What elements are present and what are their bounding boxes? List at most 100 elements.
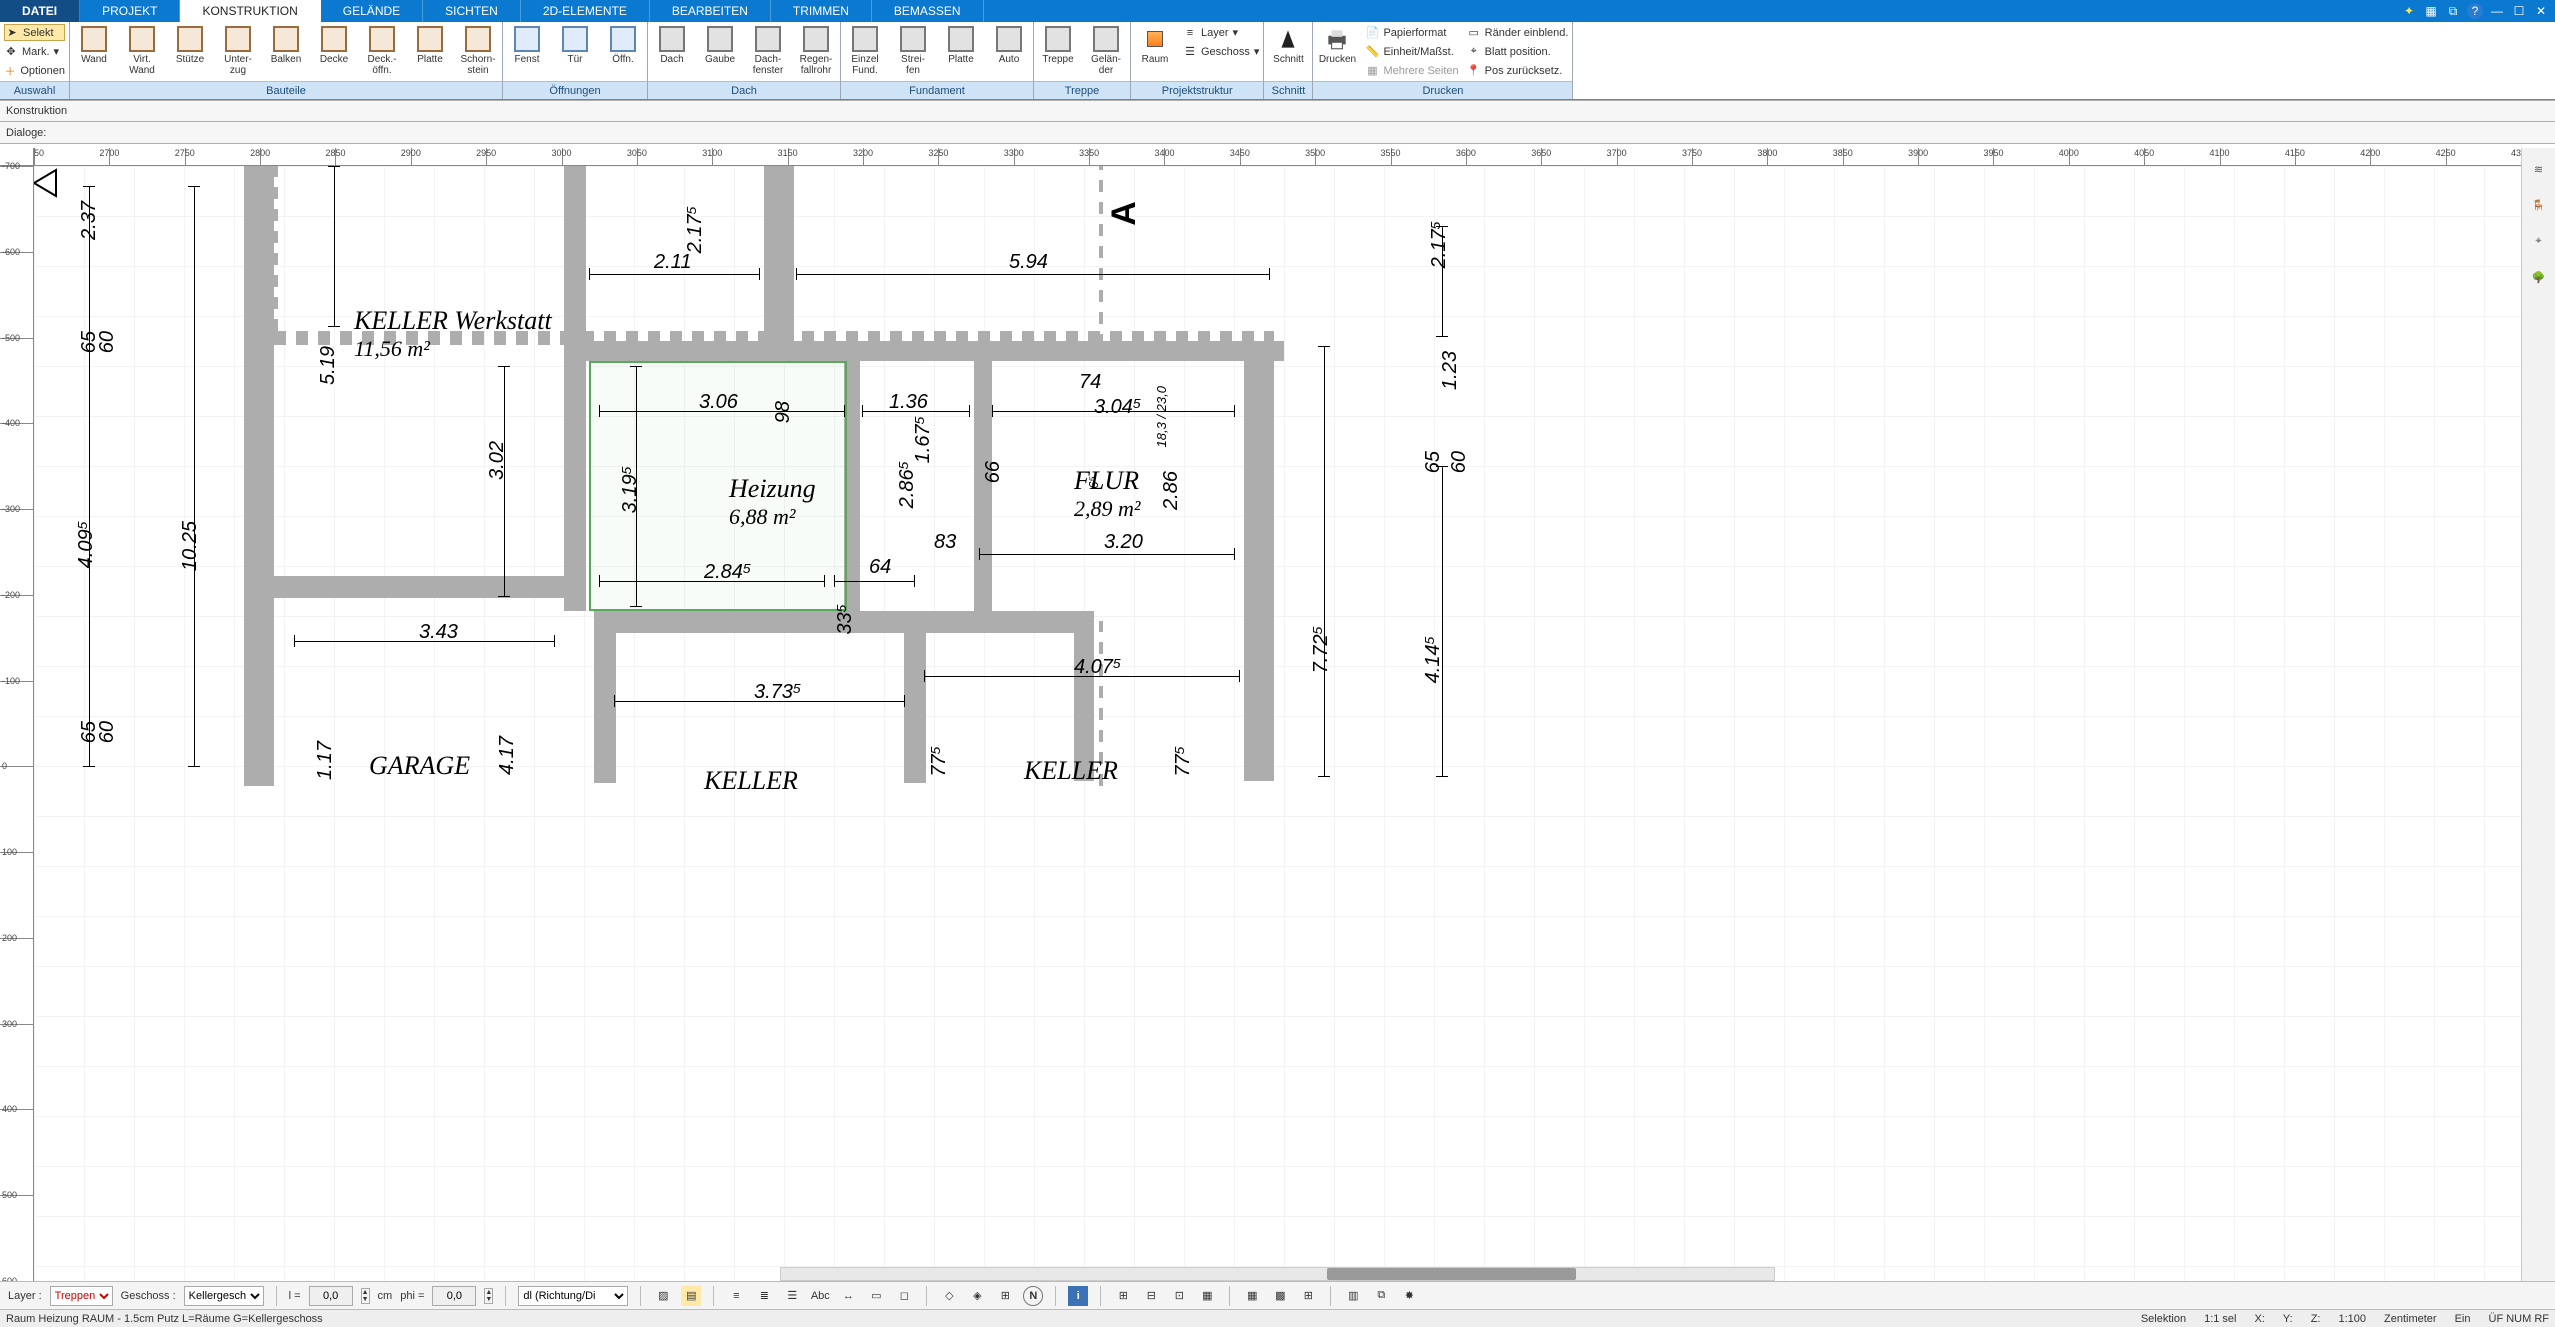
dim-icon[interactable]: ↔ [838,1286,858,1306]
view1-icon[interactable]: ⊞ [1113,1286,1133,1306]
view2-icon[interactable]: ⊟ [1141,1286,1161,1306]
mark-button[interactable]: ✥Mark. ▾ [4,43,65,60]
tab-konstruktion[interactable]: KONSTRUKTION [180,0,320,22]
unter-zug-button[interactable]: Unter- zug [214,22,262,80]
blatt-position-button[interactable]: ⌖Blatt position. [1467,43,1569,60]
fenst-button[interactable]: Fenst [503,22,551,69]
text-icon[interactable]: Abc [810,1286,830,1306]
tool-icon[interactable]: ▦ [2423,3,2439,19]
platte-button[interactable]: Platte [937,22,985,69]
raum-button[interactable]: Raum [1131,22,1179,69]
dach-fenster-button[interactable]: Dach- fenster [744,22,792,80]
papierformat-button[interactable]: 📄Papierformat [1365,24,1458,41]
snap1-icon[interactable]: ◇ [939,1286,959,1306]
room-area: 6,88 m² [729,504,795,530]
ruler-horizontal[interactable]: 2650270027502800285029002950300030503100… [34,148,2521,166]
furniture-icon[interactable]: 🪑 [2528,194,2550,216]
layer-dropdown[interactable]: ≡Layer ▾ [1183,24,1259,41]
decke-button[interactable]: Decke [310,22,358,69]
pos-reset-button[interactable]: 📍Pos zurücksetz. [1467,62,1569,79]
grid1-icon[interactable]: ▦ [1242,1286,1262,1306]
einheit-button[interactable]: 📏Einheit/Maßst. [1365,43,1458,60]
spin-up[interactable]: ▲ [485,1289,492,1296]
t-r-button[interactable]: Tür [551,22,599,69]
regen-fallrohr-button[interactable]: Regen- fallrohr [792,22,840,80]
wand-button[interactable]: Wand [70,22,118,69]
grid3-icon[interactable]: ⊞ [1298,1286,1318,1306]
info-icon[interactable]: i [1068,1286,1088,1306]
deck-ffn--button[interactable]: Deck.- öffn. [358,22,406,80]
snap-n-icon[interactable]: N [1023,1286,1043,1306]
tab-2d-elemente[interactable]: 2D-ELEMENTE [521,0,650,22]
phi-input[interactable] [432,1286,476,1306]
raender-button[interactable]: ▭Ränder einblend. [1467,24,1569,41]
rect-icon[interactable]: ▭ [866,1286,886,1306]
layer-select[interactable]: Treppen [50,1286,113,1306]
grid2-icon[interactable]: ▩ [1270,1286,1290,1306]
align1-icon[interactable]: ≡ [726,1286,746,1306]
tab-gelaende[interactable]: GELÄNDE [321,0,423,22]
dimension-text: 6⁵ [1086,476,1101,489]
einzel-fund--button[interactable]: Einzel Fund. [841,22,889,80]
view4-icon[interactable]: ▦ [1197,1286,1217,1306]
schorn-stein-button[interactable]: Schorn- stein [454,22,502,80]
gaube-button[interactable]: Gaube [696,22,744,69]
hatch1-icon[interactable]: ▨ [653,1286,673,1306]
view3-icon[interactable]: ⊡ [1169,1286,1189,1306]
target-icon[interactable]: ⌖ [2528,230,2550,252]
selekt-button[interactable]: ➤Selekt [4,24,65,41]
close-icon[interactable]: ✕ [2533,3,2549,19]
ruler-vertical[interactable]: -700-600-500-400-300-200-100010020030040… [0,166,34,1281]
misc3-icon[interactable]: ✸ [1399,1286,1419,1306]
strei-fen-button[interactable]: Strei- fen [889,22,937,80]
geschoss-dropdown[interactable]: ☰Geschoss ▾ [1183,43,1259,60]
spin-down[interactable]: ▼ [362,1296,369,1303]
mode-select[interactable]: dl (Richtung/Di [518,1286,628,1306]
misc1-icon[interactable]: ▥ [1343,1286,1363,1306]
spin-up[interactable]: ▲ [362,1289,369,1296]
tree-icon[interactable]: 🌳 [2528,266,2550,288]
tab-trimmen[interactable]: TRIMMEN [771,0,872,22]
platte-button[interactable]: Platte [406,22,454,69]
dimension-text: 1.67⁵ [912,416,935,463]
schnitt-button[interactable]: Schnitt [1264,22,1312,69]
tool-icon[interactable]: ✦ [2401,3,2417,19]
group-caption-auswahl: Auswahl [0,81,69,99]
maximize-icon[interactable]: ☐ [2511,3,2527,19]
misc2-icon[interactable]: ⧉ [1371,1286,1391,1306]
tab-datei[interactable]: DATEI [0,0,80,22]
rect2-icon[interactable]: ◻ [894,1286,914,1306]
spin-down[interactable]: ▼ [485,1296,492,1303]
tab-bemassen[interactable]: BEMASSEN [872,0,984,22]
snap2-icon[interactable]: ◈ [967,1286,987,1306]
-ffn--button[interactable]: Öffn. [599,22,647,69]
tool-icon[interactable]: ⧉ [2445,3,2461,19]
snap3-icon[interactable]: ⊞ [995,1286,1015,1306]
align3-icon[interactable]: ☰ [782,1286,802,1306]
tab-projekt[interactable]: PROJEKT [80,0,180,22]
help-icon[interactable]: ? [2467,3,2483,19]
gel-n-der-button[interactable]: Gelän- der [1082,22,1130,80]
balken-button[interactable]: Balken [262,22,310,69]
optionen-button[interactable]: ＋Optionen [4,62,65,79]
length-input[interactable] [309,1286,353,1306]
hatch2-icon[interactable]: ▤ [681,1286,701,1306]
mehrere-seiten-button[interactable]: ▦Mehrere Seiten [1365,62,1458,79]
drucken-button[interactable]: Drucken [1313,22,1361,69]
tab-bearbeiten[interactable]: BEARBEITEN [650,0,771,22]
treppe-button[interactable]: Treppe [1034,22,1082,69]
status-scale[interactable]: 1:100 [2338,1313,2366,1325]
virt-wand-button[interactable]: Virt. Wand [118,22,166,80]
geschoss-label: Geschoss : [121,1290,176,1302]
horizontal-scrollbar[interactable] [780,1267,1775,1281]
geschoss-select[interactable]: Kellergesch [184,1286,264,1306]
tab-sichten[interactable]: SICHTEN [423,0,521,22]
align2-icon[interactable]: ≣ [754,1286,774,1306]
st-tze-button[interactable]: Stütze [166,22,214,69]
drawing-canvas[interactable]: AKELLER Werkstatt11,56 m²Heizung6,88 m²F… [34,166,2521,1281]
minimize-icon[interactable]: — [2489,3,2505,19]
dach-button[interactable]: Dach [648,22,696,69]
auto-button[interactable]: Auto [985,22,1033,69]
status-unit[interactable]: Zentimeter [2384,1313,2437,1325]
layers-icon[interactable]: ≋ [2528,158,2550,180]
